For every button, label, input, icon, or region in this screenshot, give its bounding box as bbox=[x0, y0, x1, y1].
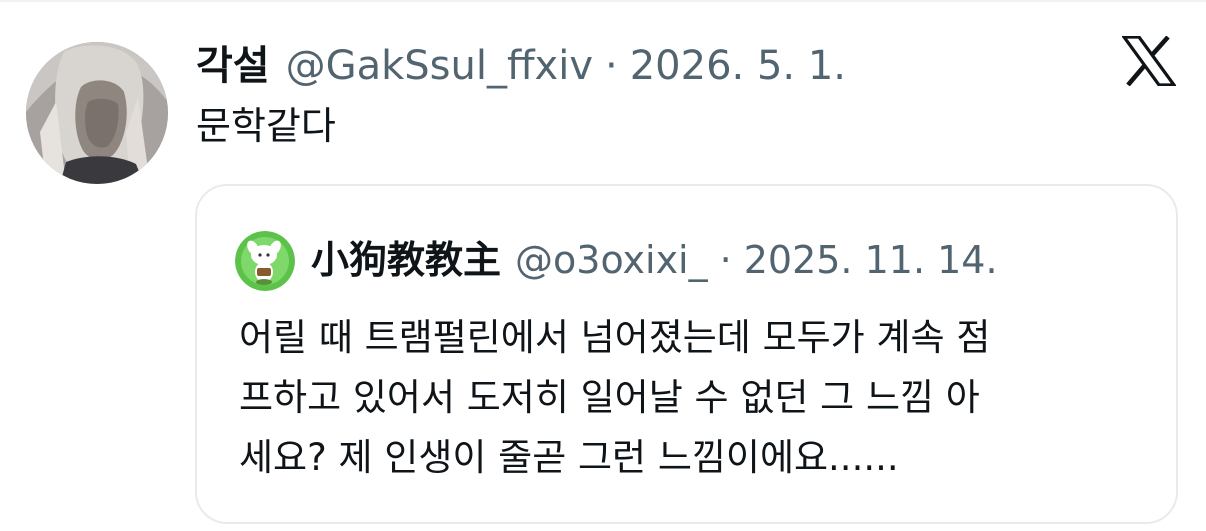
tweet-date[interactable]: 2026. 5. 1. bbox=[630, 36, 846, 96]
x-logo-icon[interactable] bbox=[1120, 35, 1178, 87]
quoted-tweet-text: 어릴 때 트램펄린에서 넘어졌는데 모두가 계속 점 프하고 있어서 도저히 일… bbox=[239, 308, 1159, 488]
author-handle[interactable]: @GakSsul_ffxiv bbox=[286, 36, 593, 96]
quoted-avatar-image bbox=[235, 231, 295, 291]
quoted-text-line: 프하고 있어서 도저히 일어날 수 없던 그 느낌 아 bbox=[239, 376, 980, 419]
header-separator: · bbox=[605, 43, 618, 89]
quoted-tweet-card[interactable]: 小狗教教主 @o3oxixi_ · 2025. 11. 14. 어릴 때 트램펄… bbox=[195, 184, 1178, 524]
quoted-author-avatar[interactable] bbox=[235, 231, 295, 291]
avatar-image bbox=[26, 42, 168, 184]
author-avatar[interactable] bbox=[26, 42, 168, 184]
quoted-text-line: 어릴 때 트램펄린에서 넘어졌는데 모두가 계속 점 bbox=[239, 316, 991, 359]
quoted-header-separator: · bbox=[719, 238, 732, 282]
author-name[interactable]: 각설 bbox=[196, 36, 270, 96]
tweet-header: 각설 @GakSsul_ffxiv · 2026. 5. 1. bbox=[196, 36, 846, 96]
tweet-text: 문학같다 bbox=[196, 104, 336, 148]
quoted-tweet-header: 小狗教教主 @o3oxixi_ · 2025. 11. 14. bbox=[311, 230, 998, 290]
quoted-author-name[interactable]: 小狗教教主 bbox=[311, 230, 501, 290]
quoted-author-handle[interactable]: @o3oxixi_ bbox=[515, 230, 708, 290]
quoted-text-line: 세요? 제 인생이 줄곧 그런 느낌이에요...... bbox=[239, 436, 899, 479]
top-divider bbox=[0, 0, 1206, 2]
quoted-tweet-date[interactable]: 2025. 11. 14. bbox=[744, 230, 998, 290]
